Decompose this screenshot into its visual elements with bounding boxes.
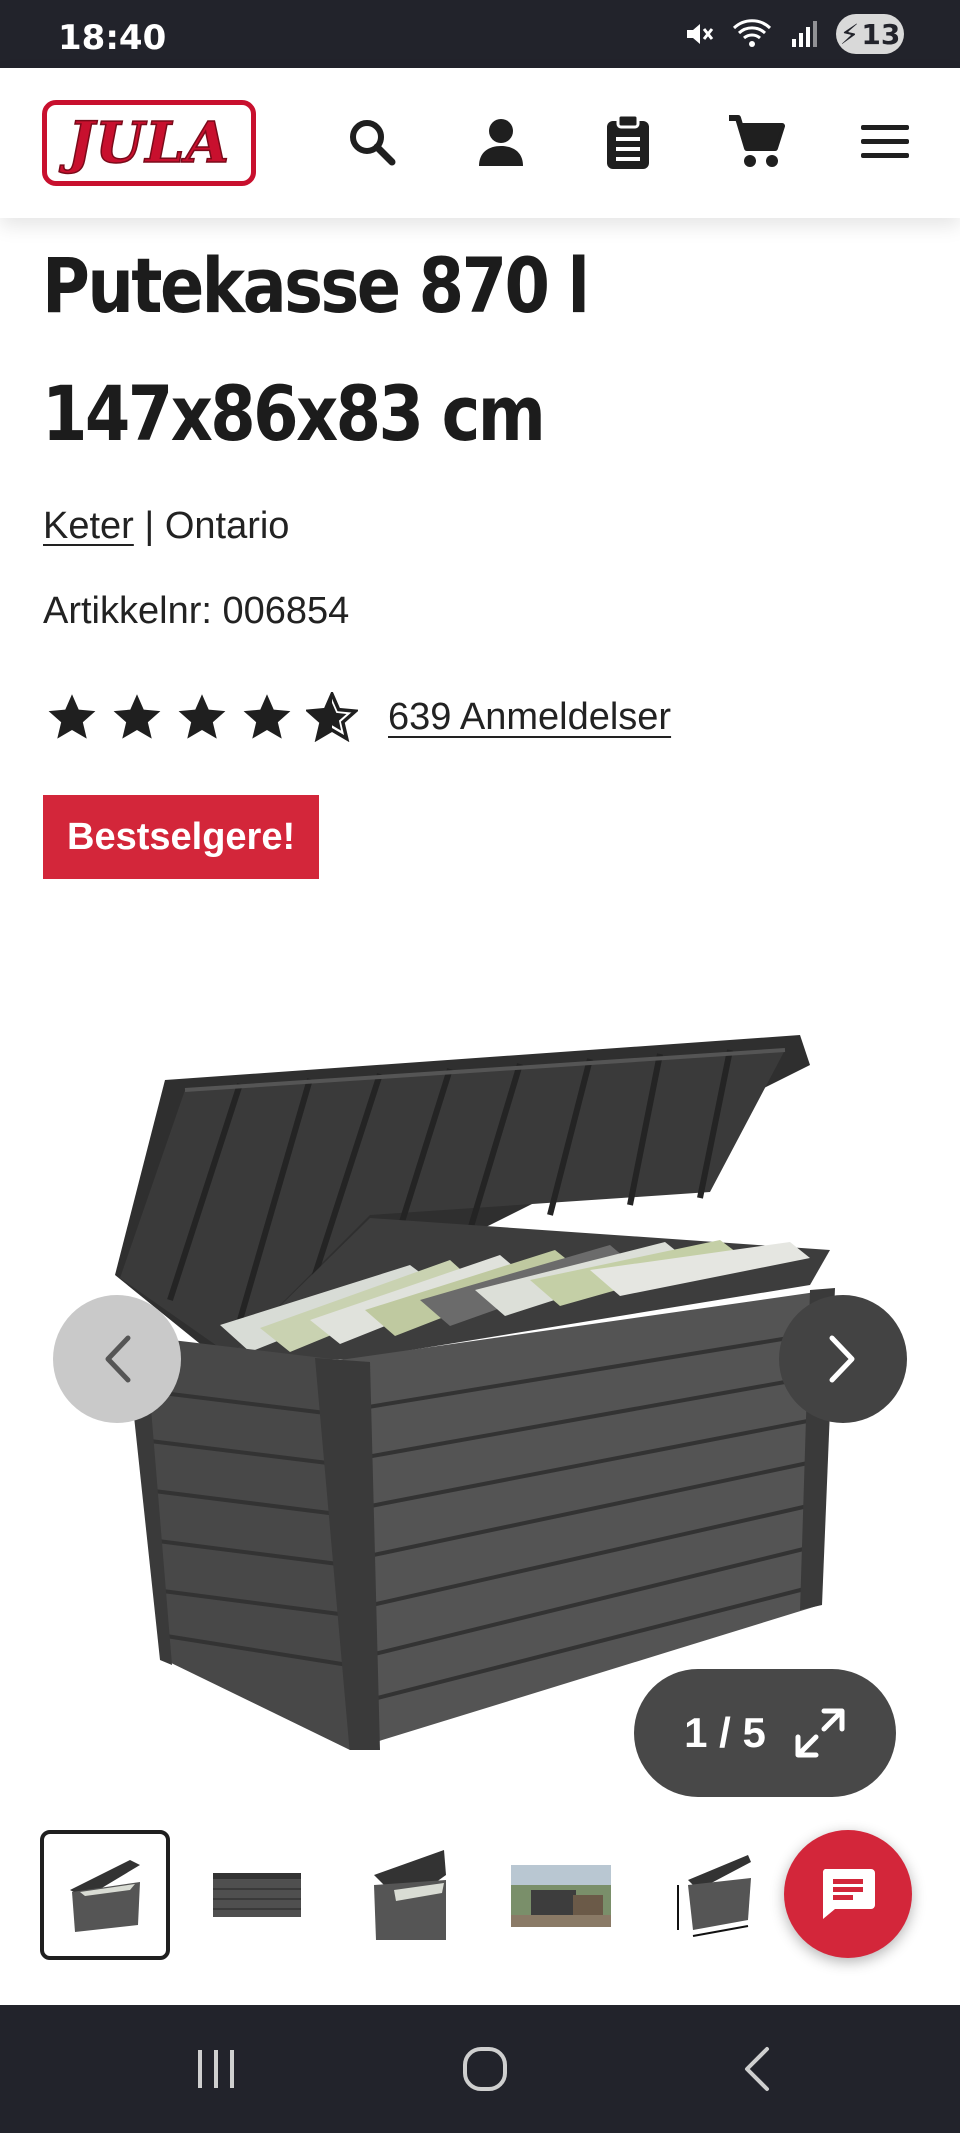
- signal-icon: [792, 21, 817, 47]
- back-icon[interactable]: [726, 2043, 786, 2095]
- jula-logo[interactable]: JULA: [42, 100, 256, 186]
- product-title: Putekasse 870 l 147x86x83 cm: [42, 222, 799, 478]
- expand-icon: [795, 1708, 845, 1758]
- bestseller-badge: Bestselgere!: [43, 795, 320, 879]
- star-full-icon: [176, 692, 228, 742]
- status-icons: ⚡ 13: [684, 14, 904, 54]
- product-title-line2: 147x86x83 cm: [42, 369, 546, 458]
- product-series: Ontario: [164, 505, 290, 547]
- gallery-counter: 1 / 5: [684, 1709, 766, 1756]
- site-header: JULA: [0, 68, 960, 218]
- star-half-icon: [306, 692, 358, 742]
- chat-button[interactable]: [784, 1830, 912, 1958]
- brand-line: Keter | Ontario: [43, 505, 289, 548]
- status-bar: 18:40 ⚡ 13: [0, 0, 960, 68]
- search-icon[interactable]: [342, 112, 402, 172]
- product-title-line1: Putekasse 870 l: [42, 241, 590, 330]
- logo-text: JULA: [67, 109, 231, 177]
- star-full-icon: [241, 692, 293, 742]
- system-nav-bar: [0, 2005, 960, 2133]
- reviews-link[interactable]: 639 Anmeldelser: [388, 696, 671, 739]
- thumbnail-3[interactable]: [344, 1830, 474, 1960]
- brand-separator: |: [144, 505, 155, 547]
- star-full-icon: [46, 692, 98, 742]
- chevron-left-icon: [105, 1335, 131, 1383]
- mute-icon: [687, 24, 714, 44]
- brand-link[interactable]: Keter: [43, 505, 134, 547]
- rating: 639 Anmeldelser: [46, 692, 671, 742]
- battery-indicator: ⚡ 13: [836, 14, 904, 54]
- battery-level: 13: [861, 17, 901, 51]
- thumbnail-5[interactable]: [648, 1830, 778, 1960]
- thumbnail-4[interactable]: [496, 1830, 626, 1960]
- home-icon[interactable]: [455, 2043, 515, 2095]
- image-gallery: 1 / 5: [0, 900, 960, 1800]
- shopping-list-icon[interactable]: [598, 112, 658, 172]
- star-full-icon: [111, 692, 163, 742]
- gallery-next-button[interactable]: [779, 1295, 907, 1423]
- rating-stars: [46, 692, 358, 742]
- menu-icon[interactable]: [855, 112, 915, 172]
- article-number: Artikkelnr: 006854: [43, 590, 350, 632]
- thumbnail-2[interactable]: [192, 1830, 322, 1960]
- chat-icon: [822, 1869, 875, 1919]
- product-image[interactable]: [110, 960, 850, 1750]
- account-icon[interactable]: [471, 112, 531, 172]
- thumbnail-1[interactable]: [40, 1830, 170, 1960]
- status-time: 18:40: [58, 18, 167, 58]
- charging-icon: ⚡: [839, 17, 860, 51]
- chevron-right-icon: [829, 1335, 855, 1383]
- recent-apps-icon[interactable]: [186, 2043, 246, 2095]
- wifi-icon: [732, 19, 772, 47]
- gallery-counter-button[interactable]: 1 / 5: [634, 1669, 896, 1797]
- cart-icon[interactable]: [726, 112, 786, 172]
- gallery-prev-button[interactable]: [53, 1295, 181, 1423]
- thumbnail-strip: [40, 1830, 778, 1962]
